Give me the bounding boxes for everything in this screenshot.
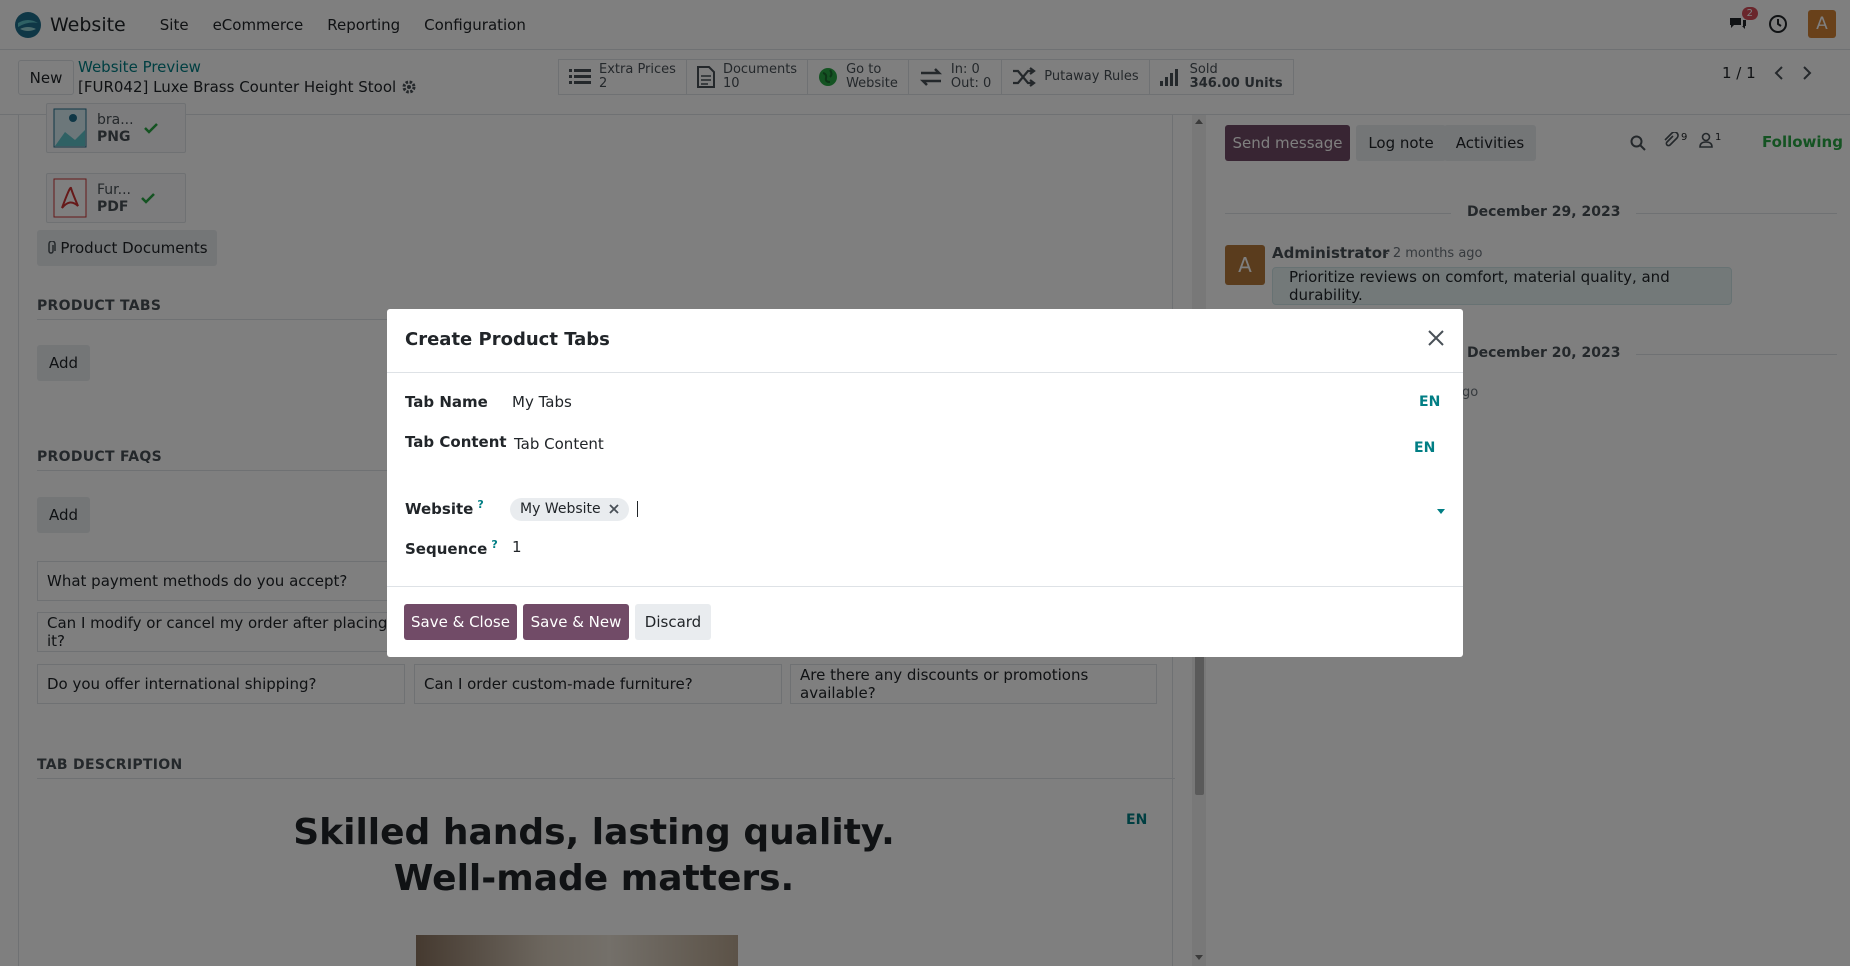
dialog-header-divider: [387, 372, 1463, 373]
save-close-button[interactable]: Save & Close: [404, 604, 517, 640]
tab-content-editor[interactable]: Tab Content: [514, 425, 1394, 485]
website-field[interactable]: My Website: [510, 493, 1450, 525]
text-cursor: [636, 501, 638, 517]
sequence-input[interactable]: 1: [510, 531, 1390, 563]
tab-content-language-button[interactable]: EN: [1414, 440, 1435, 456]
create-product-tabs-dialog: Create Product Tabs Tab Name My Tabs EN …: [387, 309, 1463, 657]
tab-name-input[interactable]: My Tabs: [510, 385, 1390, 419]
help-tooltip[interactable]: ?: [491, 538, 497, 551]
save-new-button[interactable]: Save & New: [523, 604, 629, 640]
discard-button[interactable]: Discard: [635, 604, 711, 640]
tab-name-label: Tab Name: [405, 393, 488, 411]
website-tag: My Website: [510, 497, 629, 521]
remove-tag-icon[interactable]: [608, 504, 619, 514]
tab-content-label: Tab Content: [405, 433, 507, 451]
caret-down-icon[interactable]: [1437, 509, 1445, 514]
close-icon[interactable]: [1427, 329, 1445, 347]
dialog-footer-divider: [387, 586, 1463, 587]
tab-name-language-button[interactable]: EN: [1419, 394, 1440, 410]
help-tooltip[interactable]: ?: [477, 498, 483, 511]
sequence-label: Sequence?: [405, 538, 498, 558]
dialog-title: Create Product Tabs: [405, 329, 610, 350]
website-label: Website?: [405, 498, 484, 518]
